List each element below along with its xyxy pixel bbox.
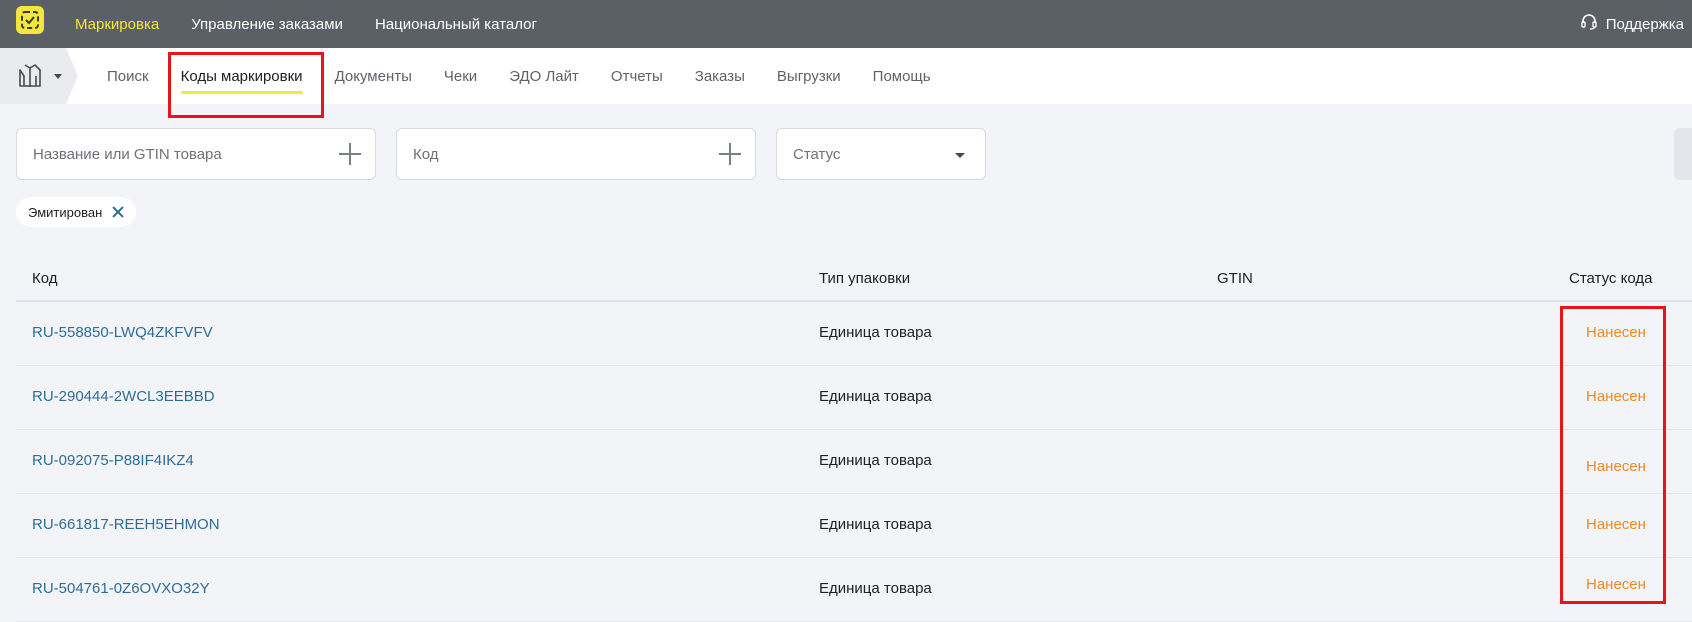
code-input[interactable]: Код	[396, 128, 756, 180]
package-type-cell: Единица товара	[819, 452, 932, 469]
status-placeholder: Статус	[793, 145, 841, 163]
section-navigation-bar: Поиск Коды маркировки Документы Чеки ЭДО…	[0, 48, 1692, 104]
code-link[interactable]: RU-558850-LWQ4ZKFVFV	[32, 324, 213, 341]
status-filter-chip: Эмитирован	[16, 197, 137, 227]
support-link[interactable]: Поддержка	[1580, 0, 1684, 48]
plus-icon[interactable]	[339, 143, 361, 165]
status-cell: Нанесен	[1586, 516, 1646, 533]
chevron-down-icon	[955, 153, 965, 158]
plus-icon[interactable]	[719, 143, 741, 165]
table-header: Код Тип упаковки GTIN Статус кода	[16, 258, 1692, 302]
chip-label: Эмитирован	[28, 204, 103, 220]
product-name-placeholder: Название или GTIN товара	[33, 145, 222, 163]
code-placeholder: Код	[413, 145, 439, 163]
column-header-code-status[interactable]: Статус кода	[1569, 270, 1652, 287]
top-navigation-bar: Маркировка Управление заказами Националь…	[0, 0, 1692, 48]
table-row[interactable]: RU-558850-LWQ4ZKFVFV Единица товара Нане…	[16, 302, 1692, 366]
status-cell: Нанесен	[1586, 576, 1646, 593]
support-label: Поддержка	[1605, 15, 1684, 33]
package-type-cell: Единица товара	[819, 516, 932, 533]
close-icon[interactable]	[112, 206, 124, 218]
headset-icon	[1580, 13, 1598, 35]
section-tabs: Поиск Коды маркировки Документы Чеки ЭДО…	[107, 48, 963, 104]
table-row[interactable]: RU-092075-P88IF4IKZ4 Единица товара Нане…	[16, 430, 1692, 494]
status-cell: Нанесен	[1586, 324, 1646, 341]
package-type-cell: Единица товара	[819, 324, 932, 341]
code-link[interactable]: RU-092075-P88IF4IKZ4	[32, 452, 194, 469]
tab-orders[interactable]: Заказы	[695, 48, 745, 104]
table-row[interactable]: RU-504761-0Z6OVXO32Y Единица товара Нане…	[16, 558, 1692, 622]
table-row[interactable]: RU-290444-2WCL3EEBBD Единица товара Нане…	[16, 366, 1692, 430]
product-name-gtin-input[interactable]: Название или GTIN товара	[16, 128, 376, 180]
status-cell: Нанесен	[1586, 388, 1646, 405]
tab-reports[interactable]: Отчеты	[611, 48, 663, 104]
column-header-package-type[interactable]: Тип упаковки	[819, 270, 910, 287]
filter-action-button[interactable]	[1674, 128, 1692, 180]
top-nav-national-catalog[interactable]: Национальный каталог	[375, 16, 537, 33]
chevron-down-icon	[54, 74, 62, 79]
tab-exports[interactable]: Выгрузки	[777, 48, 841, 104]
code-link[interactable]: RU-290444-2WCL3EEBBD	[32, 388, 215, 405]
code-link[interactable]: RU-504761-0Z6OVXO32Y	[32, 580, 210, 597]
tab-search[interactable]: Поиск	[107, 48, 149, 104]
jacket-icon	[16, 62, 44, 95]
marking-logo-icon[interactable]	[16, 6, 44, 34]
tab-help[interactable]: Помощь	[873, 48, 931, 104]
tab-edo-lite[interactable]: ЭДО Лайт	[509, 48, 579, 104]
tab-documents[interactable]: Документы	[335, 48, 412, 104]
top-nav-marking[interactable]: Маркировка	[75, 16, 159, 33]
package-type-cell: Единица товара	[819, 388, 932, 405]
column-header-gtin[interactable]: GTIN	[1217, 270, 1253, 287]
top-nav: Маркировка Управление заказами Националь…	[75, 0, 537, 48]
tab-marking-codes[interactable]: Коды маркировки	[180, 48, 303, 104]
table-row[interactable]: RU-661817-REEH5EHMON Единица товара Нане…	[16, 494, 1692, 558]
package-type-cell: Единица товара	[819, 580, 932, 597]
tab-receipts[interactable]: Чеки	[444, 48, 477, 104]
code-link[interactable]: RU-661817-REEH5EHMON	[32, 516, 220, 533]
status-select[interactable]: Статус	[776, 128, 986, 180]
status-cell: Нанесен	[1586, 458, 1646, 475]
top-nav-order-management[interactable]: Управление заказами	[191, 16, 343, 33]
column-header-code[interactable]: Код	[32, 270, 58, 287]
